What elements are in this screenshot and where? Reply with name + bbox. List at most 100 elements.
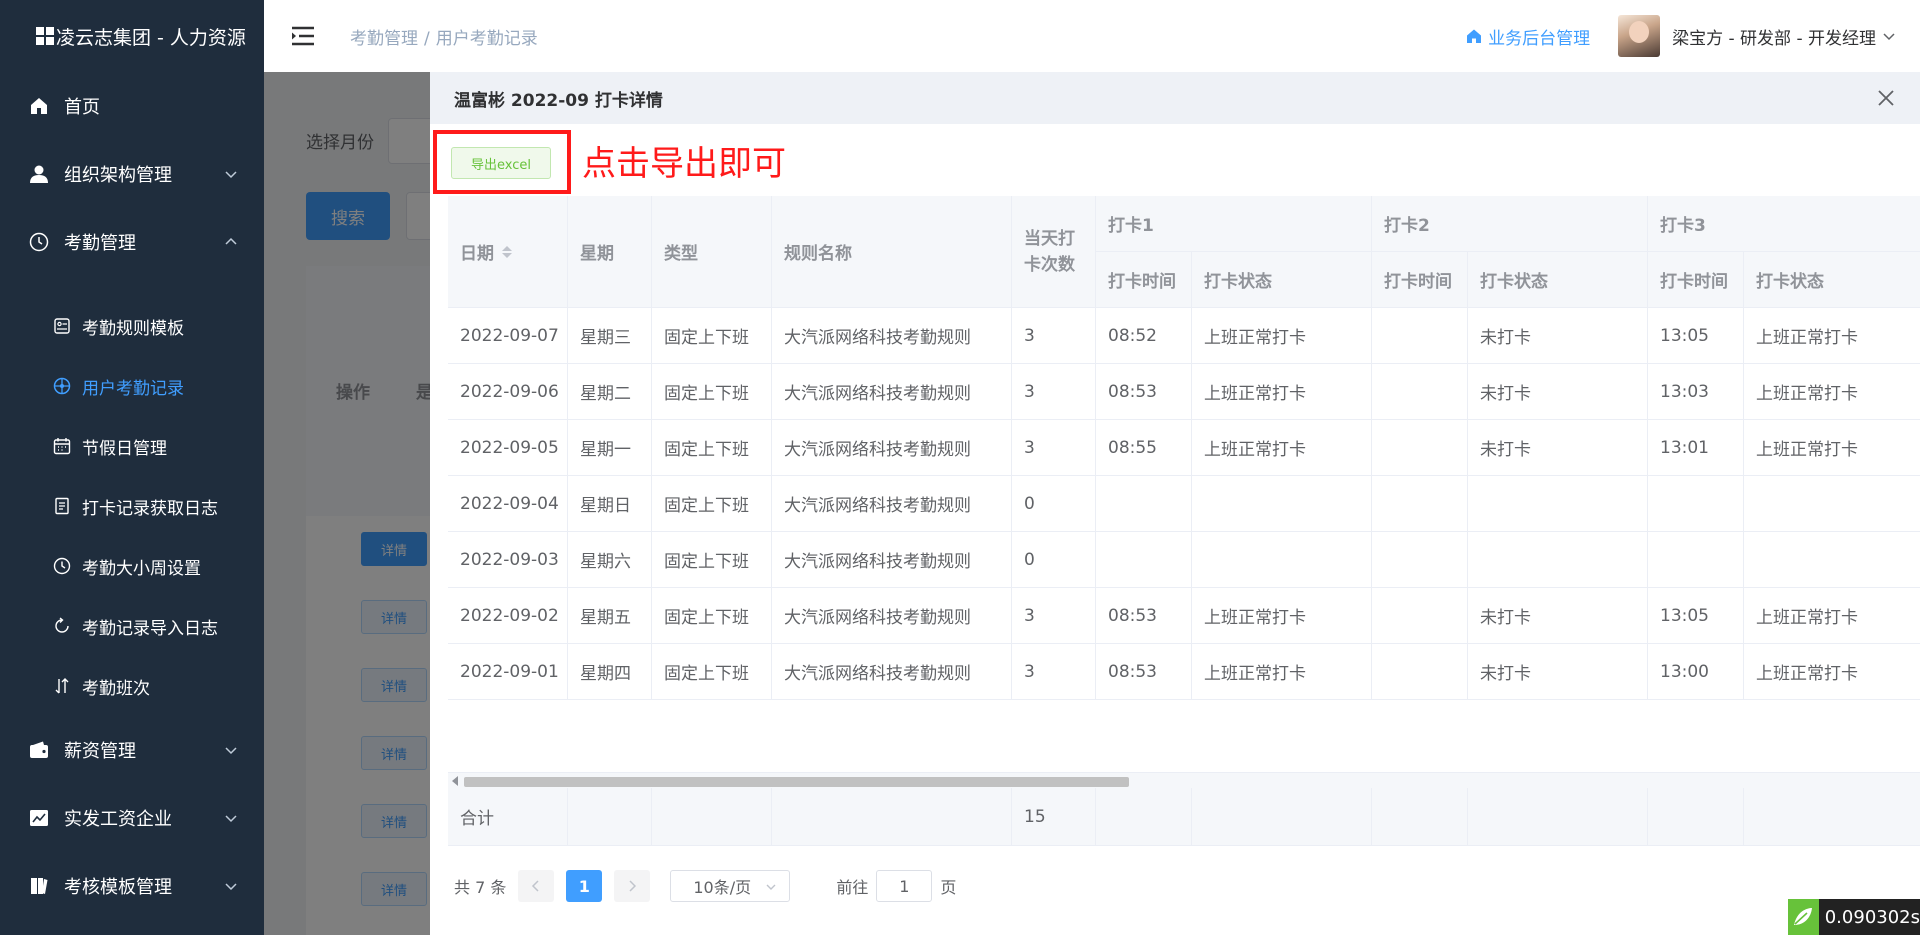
column-header-punch-time-text: 打卡时间 — [1384, 272, 1452, 292]
chevron-down-icon — [766, 884, 776, 890]
prev-page-button[interactable] — [518, 870, 555, 902]
table-cell-type-text: 固定上下班 — [664, 328, 749, 348]
close-icon[interactable] — [1876, 88, 1896, 108]
book-icon — [28, 875, 50, 897]
drawer-title: 温富彬 2022-09 打卡详情 — [454, 90, 663, 111]
table-cell-date-text: 2022-09-01 — [460, 661, 559, 682]
column-header-date[interactable]: 日期 — [448, 196, 568, 308]
sidebar-item-home[interactable]: 首页 — [0, 72, 264, 140]
annotation-text: 点击导出即可 — [582, 144, 786, 184]
export-excel-button[interactable]: 导出excel — [451, 147, 551, 179]
sidebar-subitem-week-settings[interactable]: 考勤大小周设置 — [0, 536, 264, 596]
table-cell-count: 3 — [1012, 364, 1096, 420]
table-cell-s1-text: 上班正常打卡 — [1204, 608, 1306, 628]
table-cell-date: 2022-09-03 — [448, 532, 568, 588]
table-cell-date-text: 2022-09-05 — [460, 437, 559, 458]
table-cell-t2 — [1372, 644, 1468, 700]
scroll-left-icon[interactable] — [452, 776, 458, 786]
table-cell-t3-text: 13:05 — [1660, 605, 1709, 626]
table-cell-s1-text: 上班正常打卡 — [1204, 384, 1306, 404]
chevron-right-icon — [629, 880, 637, 892]
table-cell-type-text: 固定上下班 — [664, 608, 749, 628]
table-cell-t1 — [1096, 476, 1192, 532]
sidebar-subitem-import-log[interactable]: 考勤记录导入日志 — [0, 596, 264, 656]
avatar[interactable] — [1618, 15, 1661, 57]
chevron-down-icon[interactable] — [1882, 29, 1896, 43]
sort-caret-icon[interactable] — [502, 245, 512, 258]
leaf-logo-icon — [1788, 899, 1819, 935]
sidebar-subitem-label: 打卡记录获取日志 — [82, 498, 218, 519]
sidebar-subitem-user-attendance[interactable]: 用户考勤记录 — [0, 356, 264, 416]
table-cell-t1 — [1096, 532, 1192, 588]
table-cell-t1: 08:53 — [1096, 588, 1192, 644]
sidebar-subitem-label: 用户考勤记录 — [82, 378, 184, 399]
table-cell-date-text: 2022-09-07 — [460, 325, 559, 346]
sidebar-item-label: 组织架构管理 — [64, 165, 172, 186]
chevron-down-icon — [225, 815, 237, 823]
sidebar-item-label: 薪资管理 — [64, 741, 136, 762]
column-header-date-text: 日期 — [460, 244, 494, 264]
column-header-rule: 规则名称 — [772, 196, 1012, 308]
breadcrumb-separator: / — [424, 28, 430, 49]
column-header-punch-time: 打卡时间 — [1096, 252, 1192, 308]
summary-cell — [1744, 788, 1920, 846]
table-cell-s3-text: 上班正常打卡 — [1756, 384, 1858, 404]
user-info[interactable]: 梁宝方 - 研发部 - 开发经理 — [1672, 24, 1876, 49]
app-logo[interactable]: 凌云志集团 - 人力资源 — [0, 0, 264, 72]
sidebar-subitem-shifts[interactable]: 考勤班次 — [0, 656, 264, 716]
page-size-select[interactable]: 10条/页 — [670, 870, 791, 902]
table-cell-t1-text: 08:52 — [1108, 325, 1157, 346]
summary-count: 15 — [1024, 806, 1046, 827]
column-header-count-text: 当天打卡次数 — [1024, 228, 1075, 275]
sidebar-subitem-holidays[interactable]: 节假日管理 — [0, 416, 264, 476]
column-group-punch3: 打卡3 — [1648, 196, 1920, 252]
compass-icon — [52, 376, 72, 396]
sidebar-item-paid-salary[interactable]: 实发工资企业 — [0, 784, 264, 852]
table-cell-count-text: 3 — [1024, 437, 1035, 458]
table-cell-rule-text: 大汽派网络科技考勤规则 — [784, 440, 971, 460]
horizontal-scrollbar[interactable] — [448, 772, 1920, 788]
table-cell-type: 固定上下班 — [652, 420, 772, 476]
next-page-button[interactable] — [614, 870, 651, 902]
sidebar-subitem-label: 考勤大小周设置 — [82, 558, 201, 579]
table-cell-rule: 大汽派网络科技考勤规则 — [772, 420, 1012, 476]
sidebar-item-label: 考勤管理 — [64, 233, 136, 254]
table-cell-s2 — [1468, 532, 1648, 588]
table-cell-s3: 上班正常打卡 — [1744, 588, 1920, 644]
summary-label: 合计 — [460, 809, 494, 829]
sidebar-item-org[interactable]: 组织架构管理 — [0, 140, 264, 208]
wallet-icon — [28, 739, 50, 761]
column-group-punch3-text: 打卡3 — [1660, 216, 1706, 236]
scrollbar-thumb[interactable] — [464, 777, 1129, 787]
summary-cell — [1372, 788, 1468, 846]
hamburger-icon[interactable] — [290, 25, 316, 47]
sidebar-subitem-rule-template[interactable]: 考勤规则模板 — [0, 296, 264, 356]
table-cell-weekday: 星期四 — [568, 644, 652, 700]
sidebar-subitem-label: 考勤规则模板 — [82, 318, 184, 339]
table-cell-s1-text: 上班正常打卡 — [1204, 440, 1306, 460]
table-cell-type: 固定上下班 — [652, 364, 772, 420]
column-group-punch1: 打卡1 — [1096, 196, 1372, 252]
punch-detail-table: 日期 星期 类型 规则名称 当天打卡次数 打卡1 打卡2 打卡3 打卡时间 打卡状态 打卡时间 打卡状… — [448, 196, 1920, 776]
annotation-highlight-box: 导出excel — [433, 130, 571, 194]
breadcrumb-item[interactable]: 考勤管理 — [350, 29, 418, 49]
table-cell-weekday: 星期二 — [568, 364, 652, 420]
chevron-up-icon — [225, 237, 237, 245]
table-cell-s3: 上班正常打卡 — [1744, 420, 1920, 476]
user-icon — [28, 163, 50, 185]
sidebar-item-attendance[interactable]: 考勤管理 — [0, 208, 264, 276]
table-cell-s2: 未打卡 — [1468, 588, 1648, 644]
table-cell-type: 固定上下班 — [652, 308, 772, 364]
table-cell-date-text: 2022-09-04 — [460, 493, 559, 514]
sidebar-item-assessment[interactable]: 考核模板管理 — [0, 852, 264, 920]
goto-page-input[interactable]: 1 — [876, 870, 933, 902]
refresh-icon — [52, 616, 72, 636]
page-number[interactable]: 1 — [566, 870, 603, 902]
clock-icon — [28, 231, 50, 253]
table-cell-date-text: 2022-09-03 — [460, 549, 559, 570]
sidebar-item-salary[interactable]: 薪资管理 — [0, 716, 264, 784]
summary-cell — [1192, 788, 1372, 846]
business-admin-link[interactable]: 业务后台管理 — [1466, 24, 1590, 49]
chevron-left-icon — [532, 880, 539, 892]
sidebar-subitem-punch-log[interactable]: 打卡记录获取日志 — [0, 476, 264, 536]
